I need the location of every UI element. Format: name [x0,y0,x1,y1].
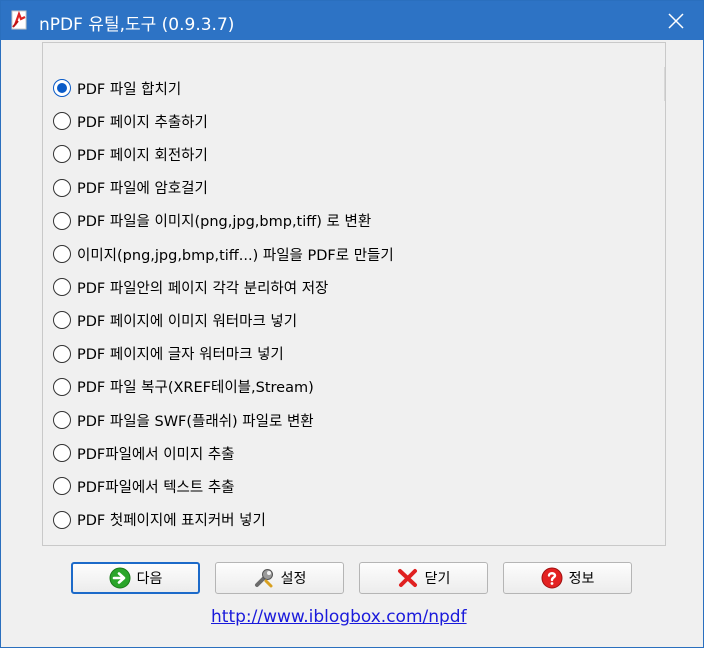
title-bar[interactable]: nPDF 유틸,도구 (0.9.3.7) [1,1,703,40]
radio-button[interactable] [53,477,71,496]
panel-divider [664,67,665,101]
radio-option-label: PDF 첫페이지에 표지커버 넣기 [77,513,266,530]
radio-button[interactable] [53,178,71,197]
radio-button[interactable] [53,344,71,363]
radio-option[interactable]: PDF 파일 복구(XREF테이블,Stream) [53,375,314,399]
radio-option-label: PDF 파일 합치기 [77,81,182,98]
radio-option[interactable]: PDF 파일안의 페이지 각각 분리하여 저장 [53,275,328,299]
radio-option-label: PDF 페이지에 글자 워터마크 넣기 [77,347,284,364]
radio-button[interactable] [53,311,71,330]
radio-option-label: PDF 파일을 SWF(플래쉬) 파일로 변환 [77,413,314,430]
radio-option[interactable]: PDF파일에서 텍스트 추출 [53,474,235,498]
radio-option[interactable]: PDF 페이지에 이미지 워터마크 넣기 [53,308,297,332]
settings-button-label: 설정 [280,571,307,587]
radio-button[interactable] [53,112,71,131]
radio-option[interactable]: PDF 페이지 회전하기 [53,142,208,166]
close-button-label: 닫기 [424,571,451,587]
radio-button[interactable] [53,278,71,297]
close-icon [668,12,684,29]
radio-option-label: PDF 파일안의 페이지 각각 분리하여 저장 [77,280,329,297]
pdf-app-icon [11,10,27,30]
radio-option-label: PDF 파일 복구(XREF테이블,Stream) [77,380,314,397]
radio-option-label: PDF파일에서 텍스트 추출 [77,479,235,496]
radio-option[interactable]: PDF 파일에 암호걸기 [53,176,208,200]
wrench-icon [254,569,273,588]
radio-option[interactable]: 이미지(png,jpg,bmp,tiff...) 파일을 PDF로 만들기 [53,242,394,266]
window-close-button[interactable] [649,1,703,40]
radio-button[interactable] [53,510,71,529]
radio-option[interactable]: PDF 파일을 SWF(플래쉬) 파일로 변환 [53,408,314,432]
radio-option[interactable]: PDF 페이지 추출하기 [53,109,208,133]
radio-button[interactable] [53,145,71,164]
info-button[interactable]: 정보 [503,562,632,594]
radio-button[interactable] [53,245,71,263]
radio-button[interactable] [53,79,71,97]
radio-option[interactable]: PDF파일에서 이미지 추출 [53,441,235,465]
radio-option-label: PDF 파일을 이미지(png,jpg,bmp,tiff) 로 변환 [77,214,372,231]
radio-option[interactable]: PDF 첫페이지에 표지커버 넣기 [53,508,266,532]
radio-option[interactable]: PDF 파일 합치기 [53,76,181,100]
radio-option-label: PDF 페이지에 이미지 워터마크 넣기 [77,313,298,330]
radio-option-label: PDF 페이지 회전하기 [77,147,208,164]
radio-option-label: PDF 파일에 암호걸기 [77,181,208,198]
red-x-icon [397,569,417,587]
homepage-link[interactable]: http://www.iblogbox.com/npdf [211,607,467,627]
radio-button[interactable] [53,444,71,463]
settings-button[interactable]: 설정 [215,562,344,594]
radio-button[interactable] [53,411,71,429]
info-button-label: 정보 [568,571,595,587]
radio-option-label: PDF 페이지 추출하기 [77,114,208,131]
radio-option-label: 이미지(png,jpg,bmp,tiff...) 파일을 PDF로 만들기 [77,247,394,264]
window-title: nPDF 유틸,도구 (0.9.3.7) [39,15,235,35]
radio-button[interactable] [53,211,71,230]
app-window: nPDF 유틸,도구 (0.9.3.7) PDF 파일 합치기 PDF 페이지 추… [0,0,704,648]
radio-button[interactable] [53,377,71,396]
radio-option[interactable]: PDF 파일을 이미지(png,jpg,bmp,tiff) 로 변환 [53,209,371,233]
next-button[interactable]: 다음 [71,562,200,594]
radio-option-label: PDF파일에서 이미지 추출 [77,446,235,463]
arrow-right-circle-icon [109,567,131,589]
close-button[interactable]: 닫기 [359,562,488,594]
radio-option[interactable]: PDF 페이지에 글자 워터마크 넣기 [53,342,284,366]
next-button-label: 다음 [136,571,163,587]
help-question-icon [541,567,563,589]
